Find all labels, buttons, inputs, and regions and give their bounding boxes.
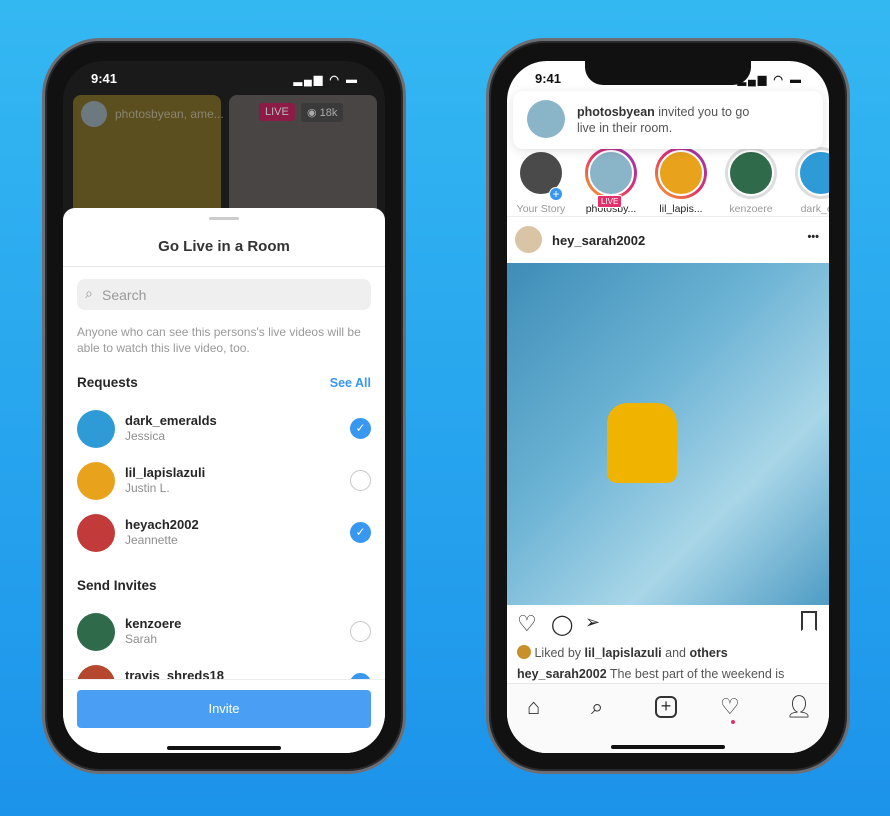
- caption: hey_sarah2002 The best part of the weeke…: [517, 667, 784, 681]
- share-icon[interactable]: ➢: [585, 612, 600, 633]
- story-item[interactable]: LIVE photosby...: [581, 147, 641, 215]
- post-image[interactable]: [507, 263, 829, 605]
- live-badge: LIVE: [259, 103, 295, 121]
- notification-dot: [731, 720, 735, 724]
- search-placeholder: Search: [102, 287, 147, 303]
- caption-text: The best part of the weekend is: [609, 667, 785, 681]
- left-screen: 9:41 ▂▄▆ ◠ ▬ photosbyean, ame... LIVE ◉ …: [63, 61, 385, 753]
- avatar: [77, 613, 115, 651]
- live-names: photosbyean, ame...: [115, 107, 224, 121]
- signal-wifi-battery-icon: ▂▄▆ ◠ ▬: [737, 74, 803, 86]
- display-name: Sarah: [125, 632, 158, 646]
- display-name: Jeannette: [125, 533, 178, 547]
- add-icon[interactable]: +: [655, 696, 677, 718]
- avatar: [77, 514, 115, 552]
- liked-user[interactable]: lil_lapislazuli: [585, 646, 662, 660]
- home-indicator: [611, 745, 725, 749]
- search-icon: ⌕: [85, 285, 93, 301]
- like-icon[interactable]: ♡: [517, 611, 537, 637]
- notice-text: Anyone who can see this persons's live v…: [77, 325, 361, 355]
- liker-avatar: [517, 645, 531, 659]
- request-row[interactable]: dark_emeralds Jessica ✓: [77, 410, 371, 462]
- bookmark-icon[interactable]: [801, 611, 817, 631]
- status-time: 9:41: [535, 71, 562, 86]
- sheet-title: Go Live in a Room: [158, 238, 290, 255]
- avatar: [527, 100, 565, 138]
- status-bar: 9:41 ▂▄▆ ◠ ▬: [507, 71, 829, 91]
- home-icon[interactable]: ⌂: [527, 694, 540, 720]
- username: heyach2002: [125, 517, 199, 532]
- signal-wifi-battery-icon: ▂▄▆ ◠ ▬: [293, 74, 359, 86]
- checkbox[interactable]: [350, 470, 371, 491]
- likes-line: Liked by lil_lapislazuli and others: [517, 645, 728, 660]
- more-options-icon[interactable]: •••: [807, 231, 819, 243]
- invite-notification[interactable]: photosbyean invited you to go live in th…: [513, 91, 823, 149]
- avatar: [77, 665, 115, 679]
- invite-button[interactable]: Invite: [77, 690, 371, 728]
- liked-and: and: [665, 646, 686, 660]
- see-all-link[interactable]: See All: [330, 376, 371, 390]
- profile-icon[interactable]: 👤︎: [785, 694, 813, 720]
- home-indicator: [167, 746, 281, 750]
- checkbox[interactable]: [350, 621, 371, 642]
- right-screen: 9:41 ▂▄▆ ◠ ▬ photosbyean invited you to …: [507, 61, 829, 753]
- username: kenzoere: [125, 616, 182, 631]
- story-item[interactable]: kenzoere: [721, 147, 781, 215]
- invites-heading: Send Invites: [77, 578, 157, 593]
- viewer-count: ◉ 18k: [301, 103, 344, 122]
- story-label: Your Story: [516, 203, 566, 215]
- search-input[interactable]: ⌕ Search: [77, 279, 371, 310]
- avatar: [77, 410, 115, 448]
- left-phone: 9:41 ▂▄▆ ◠ ▬ photosbyean, ame... LIVE ◉ …: [42, 38, 406, 774]
- post-username[interactable]: hey_sarah2002: [552, 233, 645, 248]
- checkbox-checked[interactable]: ✓: [350, 418, 371, 439]
- host-avatar: [81, 101, 107, 127]
- username: dark_emeralds: [125, 413, 217, 428]
- invite-row[interactable]: travis_shreds18: [77, 665, 371, 679]
- add-story-icon: +: [549, 187, 563, 201]
- notification-username: photosbyean: [577, 105, 655, 119]
- story-item[interactable]: dark_e...: [791, 147, 829, 215]
- person-figure: [607, 403, 677, 483]
- story-label: dark_e...: [800, 203, 829, 215]
- story-label: kenzoere: [729, 203, 773, 215]
- viewer-count-value: 18k: [319, 107, 338, 119]
- caption-username[interactable]: hey_sarah2002: [517, 667, 607, 681]
- liked-prefix: Liked by: [534, 646, 582, 660]
- request-row[interactable]: lil_lapislazuli Justin L.: [77, 462, 371, 514]
- search-icon[interactable]: ⌕: [591, 694, 603, 720]
- status-time: 9:41: [91, 71, 118, 86]
- divider: [63, 266, 385, 267]
- checkbox-checked[interactable]: ✓: [350, 522, 371, 543]
- right-phone: 9:41 ▂▄▆ ◠ ▬ photosbyean invited you to …: [486, 38, 850, 774]
- bottom-nav: ⌂ ⌕ + ♡ 👤︎: [507, 683, 829, 753]
- story-your-story[interactable]: + Your Story: [511, 147, 571, 215]
- story-label: lil_lapis...: [659, 203, 703, 215]
- liked-others[interactable]: others: [689, 646, 727, 660]
- divider: [507, 216, 829, 217]
- display-name: Justin L.: [125, 481, 170, 495]
- username: travis_shreds18: [125, 668, 225, 679]
- avatar: [77, 462, 115, 500]
- comment-icon[interactable]: ◯: [551, 612, 573, 637]
- story-item[interactable]: lil_lapis...: [651, 147, 711, 215]
- heart-icon[interactable]: ♡: [720, 694, 740, 720]
- post-avatar[interactable]: [515, 226, 542, 253]
- username: lil_lapislazuli: [125, 465, 206, 480]
- requests-heading: Requests: [77, 375, 138, 390]
- display-name: Jessica: [125, 429, 166, 443]
- invite-row[interactable]: kenzoere Sarah: [77, 613, 371, 665]
- invite-footer: Invite: [63, 679, 385, 753]
- request-row[interactable]: heyach2002 Jeannette ✓: [77, 514, 371, 566]
- live-badge: LIVE: [597, 195, 623, 208]
- go-live-sheet: Go Live in a Room ⌕ Search Anyone who ca…: [63, 208, 385, 753]
- status-bar: 9:41 ▂▄▆ ◠ ▬: [63, 71, 385, 91]
- drag-handle[interactable]: [209, 217, 239, 220]
